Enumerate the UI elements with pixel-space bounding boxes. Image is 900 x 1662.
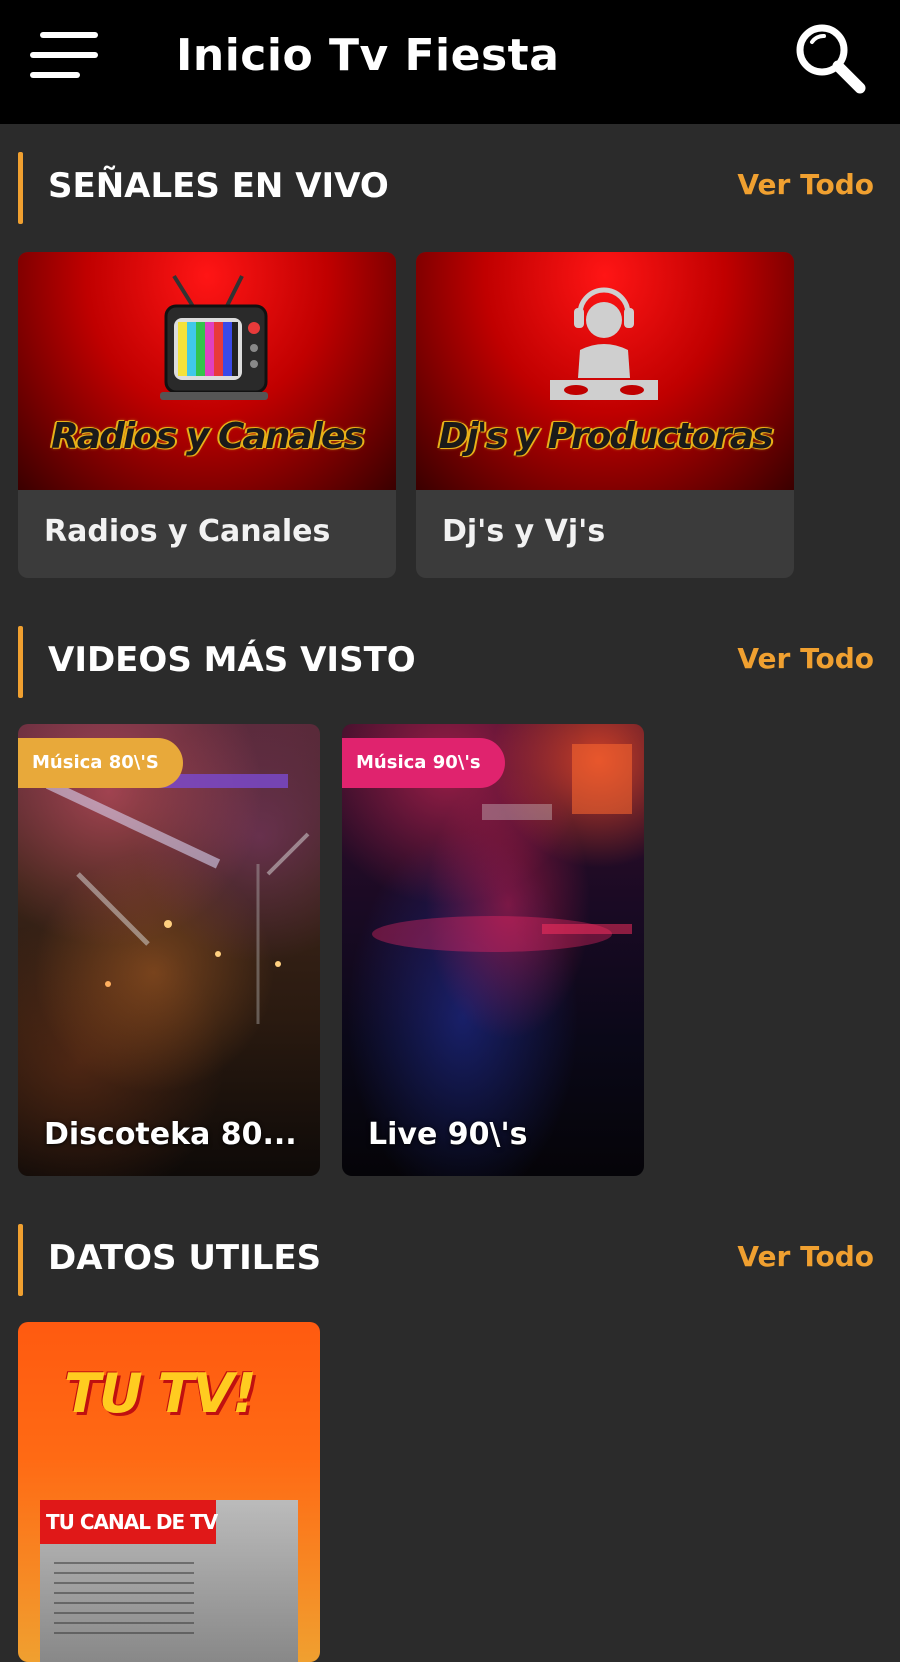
card-thumbnail: Dj's y Productoras	[416, 252, 794, 490]
video-card-discoteka-80s[interactable]: Música 80\'S Discoteka 80...	[18, 724, 320, 1176]
thumbnail-text: Radios y Canales	[51, 416, 365, 457]
section-header-live: SEÑALES EN VIVO Ver Todo	[0, 148, 900, 228]
app-bar: Inicio Tv Fiesta	[0, 0, 900, 124]
search-icon[interactable]	[790, 20, 870, 100]
section-accent-bar	[18, 626, 23, 698]
see-all-link[interactable]: Ver Todo	[737, 168, 874, 201]
section-accent-bar	[18, 152, 23, 224]
category-badge: Música 90\'s	[342, 738, 505, 788]
section-title: DATOS UTILES	[48, 1238, 322, 1278]
section-header-videos: VIDEOS MÁS VISTO Ver Todo	[0, 622, 900, 702]
page-title: Inicio Tv Fiesta	[176, 30, 560, 81]
dj-headphones-icon	[550, 287, 658, 400]
card-caption: Dj's y Vj's	[442, 514, 606, 549]
arena-concert-image	[372, 744, 632, 952]
video-title: Live 90\'s	[368, 1117, 528, 1152]
video-card-live-90s[interactable]: Música 90\'s Live 90\'s	[342, 724, 644, 1176]
see-all-link[interactable]: Ver Todo	[737, 642, 874, 675]
category-badge: Música 80\'S	[18, 738, 183, 788]
hamburger-menu-icon[interactable]	[30, 30, 98, 82]
video-title: Discoteka 80...	[44, 1117, 297, 1152]
concert-stage-image	[45, 774, 310, 1024]
thumbnail-text: Dj's y Productoras	[438, 416, 773, 457]
channel-card-radios[interactable]: Radios y Canales Radios y Canales	[18, 252, 396, 578]
info-card-tu-tv[interactable]: TU TV! TU CANAL DE TV	[18, 1322, 320, 1662]
section-title: SEÑALES EN VIVO	[48, 166, 389, 206]
channel-card-djs[interactable]: Dj's y Productoras Dj's y Vj's	[416, 252, 794, 578]
card-caption: Radios y Canales	[44, 514, 331, 549]
retro-tv-icon	[160, 274, 268, 400]
section-accent-bar	[18, 1224, 23, 1296]
promo-image: TU CANAL DE TV	[40, 1500, 298, 1662]
tu-tv-logo: TU TV!	[64, 1362, 257, 1425]
banner-text: TU CANAL DE TV	[40, 1500, 218, 1544]
promo-text-lines	[54, 1562, 194, 1642]
card-thumbnail: Radios y Canales	[18, 252, 396, 490]
see-all-link[interactable]: Ver Todo	[737, 1240, 874, 1273]
section-title: VIDEOS MÁS VISTO	[48, 640, 416, 680]
section-header-useful: DATOS UTILES Ver Todo	[0, 1220, 900, 1300]
